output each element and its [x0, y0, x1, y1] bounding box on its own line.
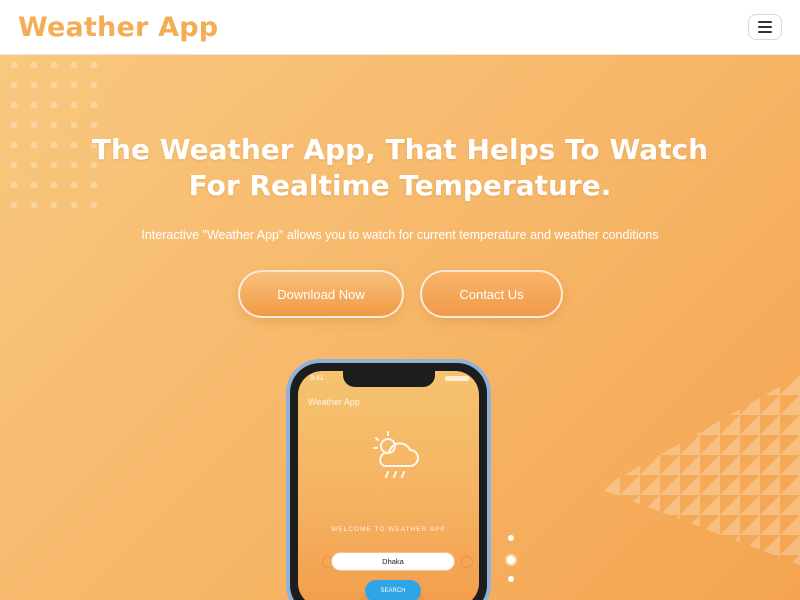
cloud-rain-sun-icon: [373, 431, 419, 478]
hamburger-menu-icon: [758, 26, 772, 28]
hero-section: The Weather App, That Helps To Watch For…: [0, 55, 800, 600]
hamburger-menu-icon: [758, 31, 772, 33]
city-input[interactable]: Dhaka: [331, 552, 455, 571]
menu-toggle-button[interactable]: [748, 14, 782, 40]
carousel-indicators: [503, 535, 519, 595]
phone-search-button[interactable]: SEARCH: [365, 580, 421, 600]
input-decoration-right: [461, 556, 473, 568]
hero-title-line-2: For Realtime Temperature.: [188, 169, 612, 202]
carousel-dot-1[interactable]: [508, 535, 514, 541]
download-now-button[interactable]: Download Now: [238, 270, 404, 318]
decorative-triangle-pattern: [600, 375, 800, 565]
carousel-dot-2-active[interactable]: [505, 554, 517, 566]
phone-mockup: 9:41 Weather App WELCOME TO WEATHER APP …: [286, 359, 491, 600]
hero-title-line-1: The Weather App, That Helps To Watch: [91, 133, 709, 166]
hero-subtitle: Interactive "Weather App" allows you to …: [141, 228, 659, 242]
brand-logo-text[interactable]: Weather App: [18, 12, 218, 43]
status-bar-time: 9:41: [310, 375, 324, 382]
phone-notch: [342, 371, 435, 387]
phone-welcome-text: WELCOME TO WEATHER APP: [331, 526, 446, 533]
phone-app-title: Weather App: [308, 397, 360, 407]
status-bar-icons: [445, 376, 469, 381]
top-navbar: Weather App: [0, 0, 800, 55]
phone-screen: 9:41 Weather App WELCOME TO WEATHER APP …: [298, 371, 479, 600]
carousel-dot-3[interactable]: [508, 576, 514, 582]
phone-bezel: 9:41 Weather App WELCOME TO WEATHER APP …: [290, 363, 487, 600]
hamburger-menu-icon: [758, 21, 772, 23]
hero-title: The Weather App, That Helps To Watch For…: [0, 132, 800, 204]
contact-us-button[interactable]: Contact Us: [420, 270, 563, 318]
